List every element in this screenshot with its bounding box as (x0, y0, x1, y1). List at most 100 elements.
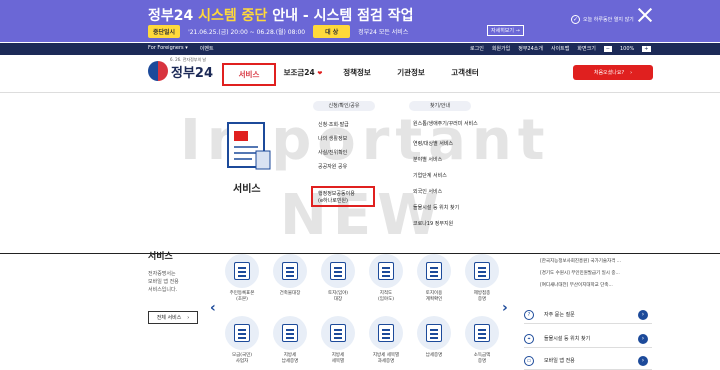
tax-doc-icon (369, 316, 403, 350)
signup-link[interactable]: 회원가입 (492, 45, 510, 52)
about-link[interactable]: 정부24소개 (518, 45, 543, 52)
menu-item-fact-check[interactable]: 사실/진위확인 (318, 146, 349, 160)
question-icon: ? (524, 309, 534, 320)
today-close-checkbox[interactable]: ✓ 오늘 하루동안 열지 않기 (571, 15, 634, 24)
service-land-register[interactable]: 토지(임야) 대장 (318, 254, 358, 303)
menu-item-covid19-support[interactable]: 코로나19 정부지원 (413, 217, 478, 231)
target-text: 정부24 모든 서비스 (358, 29, 409, 36)
service-business[interactable]: 모금(국민) 사업자 (222, 316, 262, 365)
menu-item-public-resource-share[interactable]: 공공자원 공유 (318, 160, 349, 174)
service-sublabel: 납세증명 (281, 359, 299, 364)
chevron-right-icon: › (638, 309, 648, 320)
news-list: [한국지능정보사회진흥원] 국가기술자격 ... [경기도 수원시] 무인민원발… (540, 256, 621, 292)
service-label: 건축물대장 (279, 291, 301, 296)
tax-doc-icon (321, 316, 355, 350)
check-icon: ✓ (571, 15, 580, 24)
zoom-level: 100% (620, 45, 635, 52)
menu-item-by-field[interactable]: 분야별 서비스 (413, 153, 478, 167)
building-doc-icon (273, 254, 307, 288)
banner-title-suffix: 안내 - 시스템 점검 작업 (267, 8, 414, 24)
news-item[interactable]: [한국지능정보사회진흥원] 국가기술자격 ... (540, 256, 621, 268)
menu-item-facility-finder[interactable]: 들물시설 등 위치 찾기 (413, 201, 478, 215)
service-tax-payment-cert[interactable]: 납세증명 (414, 316, 454, 359)
certificate-icon (417, 316, 451, 350)
chevron-right-icon: › (638, 355, 648, 366)
screen-size-label: 화면크기 (577, 46, 596, 52)
desc-line: 모바일 앱 전용 (148, 279, 179, 285)
service-sublabel: 사업자 (235, 359, 249, 364)
service-local-tax-assessment[interactable]: 지방세 세목별 과세증명 (366, 316, 406, 365)
col1-list: 신청·조회·발급 나의 생활정보 사실/진위확인 공공자원 공유 (318, 118, 349, 174)
mobile-app-link[interactable]: ▭ 모바일 앱 전용 › (524, 352, 652, 370)
for-foreigners-link[interactable]: For Foreigners ▾ (148, 45, 188, 52)
nav-services[interactable]: 서비스 (222, 63, 276, 86)
nav-agency-info[interactable]: 기관정보 (384, 63, 438, 86)
service-label: 납세증명 (425, 353, 443, 358)
chevron-right-icon: › (187, 314, 190, 321)
news-item[interactable]: [경기도 수원시] 무인민원발급기 일시 중... (540, 268, 621, 280)
mobile-app-label: 모바일 앱 전용 (544, 358, 575, 364)
services-desc: 전자증명서는 모바일 앱 전용 서비스입니다. (148, 270, 179, 294)
menu-item-age-target[interactable]: 연령/대상별 서비스 (413, 137, 478, 151)
first-visit-button[interactable]: 처음오셨나요? › (573, 65, 653, 80)
service-sublabel: 세목별 (331, 359, 345, 364)
document-icon (225, 254, 259, 288)
site-logo[interactable]: 정부24 (148, 61, 213, 81)
service-sublabel: 증명 (477, 359, 487, 364)
login-link[interactable]: 로그인 (470, 45, 484, 52)
service-building-register[interactable]: 건축물대장 (270, 254, 310, 297)
faq-link[interactable]: ? 자주 묻는 질문 › (524, 306, 652, 324)
service-income-cert[interactable]: 소득금액 증명 (462, 316, 502, 365)
faq-label: 자주 묻는 질문 (544, 312, 575, 318)
services-section-title: 서비스 (148, 252, 173, 262)
detail-link[interactable]: 자세히보기 → (487, 25, 524, 36)
menu-item-my-life-info[interactable]: 나의 생활정보 (318, 132, 349, 146)
government-emblem-icon (148, 61, 168, 81)
services-mega-menu: Important NEW 서비스 신청/확인/공유 신청·조회·발급 나의 생… (0, 93, 720, 253)
menu-item-business-stage[interactable]: 기업단계 서비스 (413, 169, 478, 183)
all-services-label: 전체 서비스 (156, 315, 182, 321)
service-vaccination-cert[interactable]: 제방접종 증명 (462, 254, 502, 303)
service-sublabel: 계획확인 (425, 297, 443, 302)
menu-item-apply-issue[interactable]: 신청·조회·발급 (318, 118, 349, 132)
sitemap-link[interactable]: 사이트맵 (551, 45, 569, 52)
tax-doc-icon (273, 316, 307, 350)
map-pin-icon (417, 254, 451, 288)
zoom-in-button[interactable]: + (642, 45, 651, 52)
service-local-tax-payment[interactable]: 지방세 납세증명 (270, 316, 310, 365)
service-land-use-plan[interactable]: 토지이용 계획확인 (414, 254, 454, 303)
nav-agency-info-label: 기관정보 (397, 68, 425, 77)
service-cadastral-map[interactable]: 지적도 (임야도) (366, 254, 406, 303)
menu-item-foreigner[interactable]: 외국인 서비스 (413, 185, 478, 199)
document-illustration-icon (227, 122, 271, 170)
facility-finder-link[interactable]: ⌖ 들물시설 등 위치 찾기 › (524, 330, 652, 348)
vaccine-icon (465, 254, 499, 288)
zoom-out-button[interactable]: − (603, 45, 612, 52)
menu-item-onestop[interactable]: 원스톱/생애주기/꾸러미 서비스 (413, 117, 478, 131)
event-link[interactable]: 이벤트 (200, 45, 214, 52)
mega-section-title: 서비스 (233, 184, 261, 195)
col1-heading: 신청/확인/공유 (313, 101, 375, 111)
all-services-button[interactable]: 전체 서비스 › (148, 311, 198, 324)
nav-customer-center-label: 고객센터 (451, 68, 479, 77)
banner-title: 정부24 시스템 중단 안내 - 시스템 점검 작업 (148, 5, 414, 25)
chevron-right-icon: › (638, 333, 648, 344)
banner-title-prefix: 정부24 (148, 8, 199, 24)
carousel-next-icon[interactable]: › (502, 300, 508, 316)
service-sublabel: (초본) (236, 297, 248, 302)
service-local-tax-item[interactable]: 지방세 세목별 (318, 316, 358, 365)
carousel-prev-icon[interactable]: ‹ (210, 300, 216, 316)
facility-finder-label: 들물시설 등 위치 찾기 (544, 336, 591, 342)
service-sublabel: 과세증명 (377, 359, 395, 364)
news-item[interactable]: [여디새나대전] 부산이지대학교 단축... (540, 280, 621, 292)
menu-item-admin-info-sharing[interactable]: 행정정보공동이용 (e하나로민원) (311, 186, 375, 207)
nav-policy-info[interactable]: 정책정보 (330, 63, 384, 86)
service-sublabel: (임야도) (378, 297, 394, 302)
nav-services-label: 서비스 (238, 70, 260, 79)
close-icon[interactable] (638, 8, 652, 22)
nav-subsidy24[interactable]: 보조금24 ❤ (276, 63, 330, 86)
nav-customer-center[interactable]: 고객센터 (438, 63, 492, 86)
service-resident-registration[interactable]: 주민등록표본 (초본) (222, 254, 262, 303)
mobile-icon: ▭ (524, 355, 534, 366)
map-icon (369, 254, 403, 288)
